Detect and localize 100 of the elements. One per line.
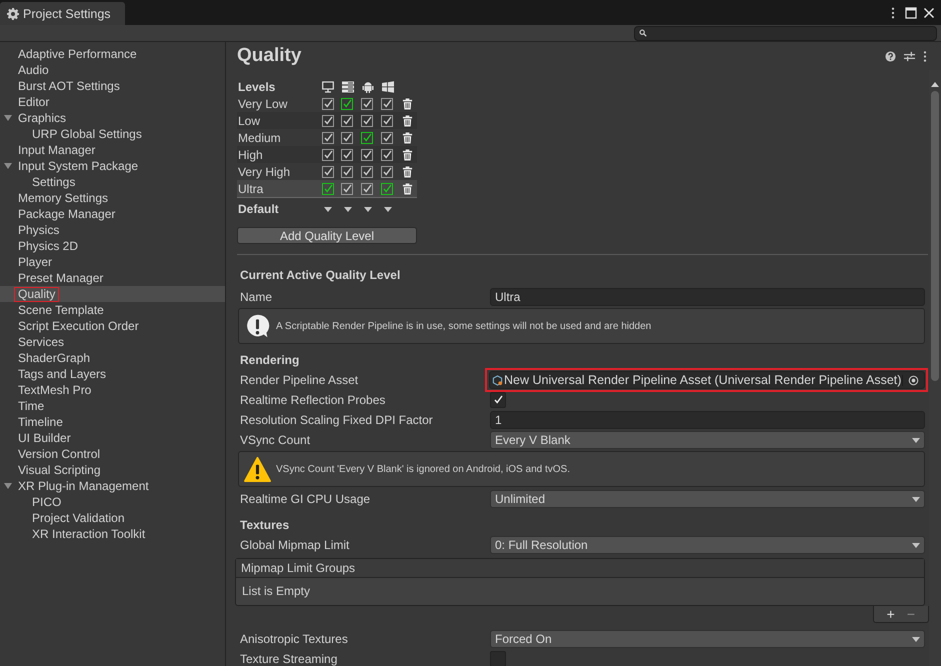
- dropdown-arrow-icon: [912, 542, 920, 548]
- property-label: Global Mipmap Limit: [240, 538, 350, 552]
- sidebar-item[interactable]: XR Plug-in Management: [0, 478, 225, 494]
- level-name: Low: [237, 114, 262, 128]
- quality-level-row[interactable]: Very Low: [237, 95, 417, 112]
- quality-level-row[interactable]: Low: [237, 112, 417, 129]
- expand-arrow-icon[interactable]: [4, 114, 12, 122]
- settings-icon: [7, 8, 19, 20]
- default-label: Default: [237, 202, 280, 216]
- list-header: Mipmap Limit Groups: [236, 559, 924, 578]
- sidebar-item[interactable]: Physics: [0, 222, 225, 238]
- dropdown-field[interactable]: Every V Blank: [490, 431, 925, 449]
- sidebar-item[interactable]: Settings: [0, 174, 225, 190]
- sidebar-item[interactable]: Quality: [0, 286, 225, 302]
- search-icon: [639, 29, 647, 37]
- trash-icon[interactable]: [402, 148, 413, 160]
- trash-icon[interactable]: [402, 132, 413, 144]
- sidebar-item[interactable]: Script Execution Order: [0, 318, 225, 334]
- property-label: Texture Streaming: [240, 652, 338, 666]
- dropdown-arrow-icon[interactable]: [324, 206, 332, 212]
- info-icon: [244, 314, 271, 338]
- sidebar-item[interactable]: URP Global Settings: [0, 126, 225, 142]
- dropdown-arrow-icon: [912, 636, 920, 642]
- add-button[interactable]: +: [882, 607, 900, 621]
- dropdown-arrow-icon[interactable]: [344, 206, 352, 212]
- sidebar-item[interactable]: PICO: [0, 494, 225, 510]
- level-name: High: [237, 148, 264, 162]
- sidebar-item[interactable]: Adaptive Performance: [0, 46, 225, 62]
- sidebar-item[interactable]: Tags and Layers: [0, 366, 225, 382]
- sidebar-item[interactable]: Input System Package: [0, 158, 225, 174]
- property-label: Render Pipeline Asset: [240, 373, 360, 387]
- text-field[interactable]: 1: [490, 411, 925, 429]
- dropdown-field[interactable]: 0: Full Resolution: [490, 536, 925, 554]
- sidebar-item[interactable]: UI Builder: [0, 430, 225, 446]
- property-label: Name: [240, 290, 274, 304]
- level-name: Very Low: [237, 96, 288, 110]
- maximize-icon[interactable]: [905, 6, 917, 18]
- sidebar-item[interactable]: Scene Template: [0, 302, 225, 318]
- sidebar-item[interactable]: Player: [0, 254, 225, 270]
- asset-icon: [492, 374, 503, 386]
- sidebar-item[interactable]: TextMesh Pro: [0, 382, 225, 398]
- level-name: Ultra: [237, 182, 264, 196]
- text-field[interactable]: Ultra: [490, 288, 925, 306]
- trash-icon[interactable]: [402, 166, 413, 178]
- quality-level-row[interactable]: Very High: [237, 163, 417, 180]
- property-label: Resolution Scaling Fixed DPI Factor: [240, 413, 434, 427]
- expand-arrow-icon[interactable]: [4, 162, 12, 170]
- levels-heading: Levels: [237, 80, 276, 94]
- sidebar-item[interactable]: Services: [0, 334, 225, 350]
- sidebar-item[interactable]: Timeline: [0, 414, 225, 430]
- section-header: Rendering: [240, 352, 300, 369]
- dropdown-field[interactable]: Unlimited: [490, 490, 925, 508]
- sidebar-item[interactable]: Audio: [0, 62, 225, 78]
- sidebar-item[interactable]: Package Manager: [0, 206, 225, 222]
- window-tab[interactable]: Project Settings: [0, 2, 125, 25]
- sidebar-item[interactable]: Time: [0, 398, 225, 414]
- sidebar-item[interactable]: Editor: [0, 94, 225, 110]
- object-field[interactable]: New Universal Render Pipeline Asset (Universal Render Pipeline Asset): [489, 371, 925, 389]
- checkmark-icon: [493, 395, 503, 405]
- server-icon: [342, 80, 354, 92]
- scroll-up-arrow-icon[interactable]: [931, 82, 939, 87]
- sidebar-item[interactable]: Version Control: [0, 446, 225, 462]
- sidebar-item[interactable]: XR Interaction Toolkit: [0, 526, 225, 542]
- monitor-icon: [322, 80, 334, 92]
- warning-icon: [244, 456, 271, 482]
- search-field[interactable]: [634, 26, 937, 40]
- sliders-icon[interactable]: [904, 50, 915, 62]
- property-label: Realtime GI CPU Usage: [240, 492, 372, 506]
- add-quality-level-button[interactable]: Add Quality Level: [237, 227, 417, 244]
- dropdown-arrow-icon[interactable]: [364, 206, 372, 212]
- section-header: Textures: [240, 517, 290, 534]
- sidebar-item[interactable]: Graphics: [0, 110, 225, 126]
- expand-arrow-icon[interactable]: [4, 482, 12, 490]
- sidebar-item[interactable]: Input Manager: [0, 142, 225, 158]
- dropdown-arrow-icon[interactable]: [384, 206, 392, 212]
- help-message: VSync Count 'Every V Blank' is ignored on Android, iOS and tvOS.: [276, 464, 570, 474]
- sidebar-item[interactable]: ShaderGraph: [0, 350, 225, 366]
- property-label: Anisotropic Textures: [240, 632, 349, 646]
- sidebar-item[interactable]: Physics 2D: [0, 238, 225, 254]
- sidebar-item[interactable]: Memory Settings: [0, 190, 225, 206]
- trash-icon[interactable]: [402, 98, 413, 110]
- sidebar-item[interactable]: Preset Manager: [0, 270, 225, 286]
- sidebar-item[interactable]: Project Validation: [0, 510, 225, 526]
- close-icon[interactable]: [923, 6, 935, 18]
- level-name: Very High: [237, 164, 292, 178]
- trash-icon[interactable]: [402, 114, 413, 126]
- more-icon[interactable]: [923, 50, 927, 62]
- quality-level-row[interactable]: High: [237, 146, 417, 163]
- help-message: A Scriptable Render Pipeline is in use, some settings will not be used and are hidden: [276, 320, 652, 332]
- property-label: Realtime Reflection Probes: [240, 393, 386, 407]
- trash-icon[interactable]: [402, 182, 413, 194]
- dropdown-field[interactable]: Forced On: [490, 630, 925, 648]
- help-icon[interactable]: [885, 50, 896, 62]
- quality-level-row[interactable]: Ultra: [237, 180, 417, 198]
- sidebar-item[interactable]: Burst AOT Settings: [0, 78, 225, 94]
- sidebar-item[interactable]: Visual Scripting: [0, 462, 225, 478]
- checkbox[interactable]: [490, 392, 506, 408]
- quality-level-row[interactable]: Medium: [237, 129, 417, 146]
- empty-list-text: List is Empty: [242, 584, 310, 598]
- dropdown-arrow-icon: [912, 438, 920, 442]
